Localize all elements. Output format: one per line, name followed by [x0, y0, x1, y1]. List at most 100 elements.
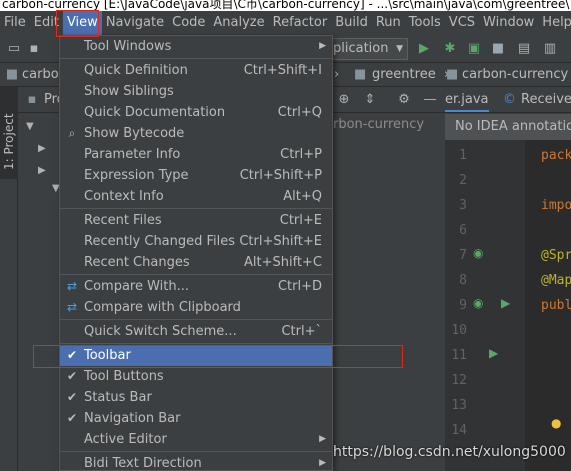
line-number: 1: [459, 148, 467, 163]
menu-item-tool-buttons[interactable]: ✔ Tool Buttons: [60, 366, 332, 387]
lightbulb-icon[interactable]: ●: [551, 416, 561, 430]
compare-clipboard-icon: ⇄: [66, 300, 78, 314]
menu-separator: [60, 319, 332, 320]
menu-vcs[interactable]: VCS: [445, 11, 479, 35]
menu-analyze[interactable]: Analyze: [209, 11, 268, 35]
menu-item-status-bar[interactable]: ✔ Status Bar: [60, 387, 332, 408]
editor-gutter: 1 2 3 6 7 8 9 10 11 12 13 14 ◉ ◉ ▶ ▶: [445, 140, 525, 471]
debug-icon[interactable]: ✱: [442, 41, 458, 57]
line-number: 14: [451, 423, 467, 438]
collapse-icon[interactable]: ⇕: [362, 92, 378, 108]
open-folder-icon[interactable]: ▭: [6, 41, 22, 57]
menu-build[interactable]: Build: [331, 11, 372, 35]
line-number: 7: [459, 248, 467, 263]
build-icon[interactable]: ▤: [516, 41, 532, 57]
menu-item-expression-type[interactable]: Expression Type Ctrl+Shift+P: [60, 165, 332, 186]
menu-item-compare-clipboard[interactable]: ⇄ Compare with Clipboard: [60, 297, 332, 318]
save-icon[interactable]: ▪: [26, 41, 42, 57]
coverage-icon[interactable]: ▣: [466, 41, 482, 57]
stop-icon[interactable]: ■: [490, 41, 506, 57]
run-gutter-icon[interactable]: ▶: [489, 346, 498, 360]
code-line: publ: [541, 298, 571, 313]
watermark: https://blog.csdn.net/xulong5000: [333, 444, 566, 460]
menu-item-quick-switch-scheme[interactable]: Quick Switch Scheme... Ctrl+`: [60, 321, 332, 342]
line-number: 10: [451, 323, 467, 338]
menu-navigate[interactable]: Navigate: [102, 11, 168, 35]
menu-item-bidi-text-direction[interactable]: Bidi Text Direction ▶: [60, 453, 332, 471]
class-icon: ©: [503, 92, 516, 107]
line-number: 9: [459, 298, 467, 313]
menu-item-quick-documentation[interactable]: Quick Documentation Ctrl+Q: [60, 102, 332, 123]
line-number: 11: [451, 348, 467, 363]
menu-item-navigation-bar[interactable]: ✔ Navigation Bar: [60, 408, 332, 429]
project-structure-icon[interactable]: ▥: [542, 41, 558, 57]
bytecode-icon: ⌕: [68, 126, 76, 140]
project-tool-tab[interactable]: 1: Project: [0, 87, 18, 179]
left-tool-strip: 1: Project: [0, 87, 18, 471]
check-icon: ✔: [66, 390, 78, 404]
tree-expand-icon[interactable]: ▶: [38, 165, 46, 176]
menu-file[interactable]: File: [0, 11, 30, 35]
tree-expand-icon[interactable]: ▼: [26, 121, 34, 132]
breadcrumb-item[interactable]: greentree: [372, 67, 436, 82]
menu-item-context-info[interactable]: Context Info Alt+Q: [60, 186, 332, 207]
spring-bean-icon[interactable]: ◉: [473, 246, 483, 260]
menu-run[interactable]: Run: [372, 11, 405, 35]
run-gutter-icon[interactable]: ▶: [501, 296, 510, 310]
chevron-right-icon: ▶: [319, 41, 326, 51]
menu-item-recently-changed-files[interactable]: Recently Changed Files Ctrl+Shift+E: [60, 231, 332, 252]
line-number: 2: [459, 173, 467, 188]
line-number: 12: [451, 373, 467, 388]
folder-icon: ■: [5, 67, 19, 82]
run-icon[interactable]: ▶: [416, 41, 432, 57]
menu-item-active-editor[interactable]: Active Editor ▶: [60, 429, 332, 450]
menu-item-quick-definition[interactable]: Quick Definition Ctrl+Shift+I: [60, 60, 332, 81]
project-icon: ▪: [27, 92, 37, 107]
menu-item-show-bytecode[interactable]: ⌕ Show Bytecode: [60, 123, 332, 144]
check-icon: ✔: [66, 411, 78, 425]
editor-tab-bar: er.java © Receive: [445, 87, 571, 113]
chevron-down-icon: ▼: [396, 44, 403, 54]
menu-item-parameter-info[interactable]: Parameter Info Ctrl+P: [60, 144, 332, 165]
folder-icon: ■: [446, 67, 459, 82]
code-editor[interactable]: pack impo @Spri @Map publ ●: [525, 140, 571, 471]
project-tool-label: 1: Project: [2, 113, 16, 170]
menu-help[interactable]: Help: [538, 11, 571, 35]
code-line: pack: [541, 148, 571, 163]
gear-icon[interactable]: ⚙: [396, 92, 412, 108]
hide-icon[interactable]: —: [422, 92, 438, 108]
code-line: impo: [541, 198, 571, 213]
menu-separator: [60, 343, 332, 344]
chevron-right-icon: ›: [334, 67, 340, 82]
editor-tab[interactable]: er.java: [445, 87, 489, 112]
menu-item-recent-changes[interactable]: Recent Changes Alt+Shift+C: [60, 252, 332, 273]
run-configuration-label: plication: [333, 41, 389, 56]
line-number: 8: [459, 273, 467, 288]
menu-item-recent-files[interactable]: Recent Files Ctrl+E: [60, 210, 332, 231]
line-number: 13: [451, 398, 467, 413]
annotation-box-view-menu: [56, 10, 99, 37]
editor-tab[interactable]: Receive: [521, 87, 571, 112]
menu-refactor[interactable]: Refactor: [269, 11, 332, 35]
spring-bean-icon[interactable]: ◉: [473, 296, 483, 310]
compare-icon: ⇄: [66, 279, 78, 293]
tree-expand-icon[interactable]: ▶: [38, 143, 46, 154]
locate-icon[interactable]: ⊕: [336, 92, 352, 108]
menu-item-show-siblings[interactable]: Show Siblings: [60, 81, 332, 102]
check-icon: ✔: [66, 369, 78, 383]
menu-window[interactable]: Window: [479, 11, 538, 35]
menu-code[interactable]: Code: [168, 11, 209, 35]
menu-separator: [60, 58, 332, 59]
run-configuration-select[interactable]: plication ▼: [330, 38, 408, 60]
view-menu: Tool Windows ▶ Quick Definition Ctrl+Shi…: [59, 35, 333, 471]
breadcrumb-item[interactable]: carbon-currency: [462, 67, 568, 82]
menu-separator: [60, 274, 332, 275]
menu-separator: [60, 208, 332, 209]
menu-separator: [60, 451, 332, 452]
menu-item-tool-windows[interactable]: Tool Windows ▶: [60, 36, 332, 57]
annotation-banner: No IDEA annotations: [445, 114, 571, 140]
menu-tools[interactable]: Tools: [405, 11, 445, 35]
chevron-right-icon: ▶: [319, 434, 326, 444]
menu-item-compare-with[interactable]: ⇄ Compare With... Ctrl+D: [60, 276, 332, 297]
code-line: @Spri: [541, 248, 571, 263]
